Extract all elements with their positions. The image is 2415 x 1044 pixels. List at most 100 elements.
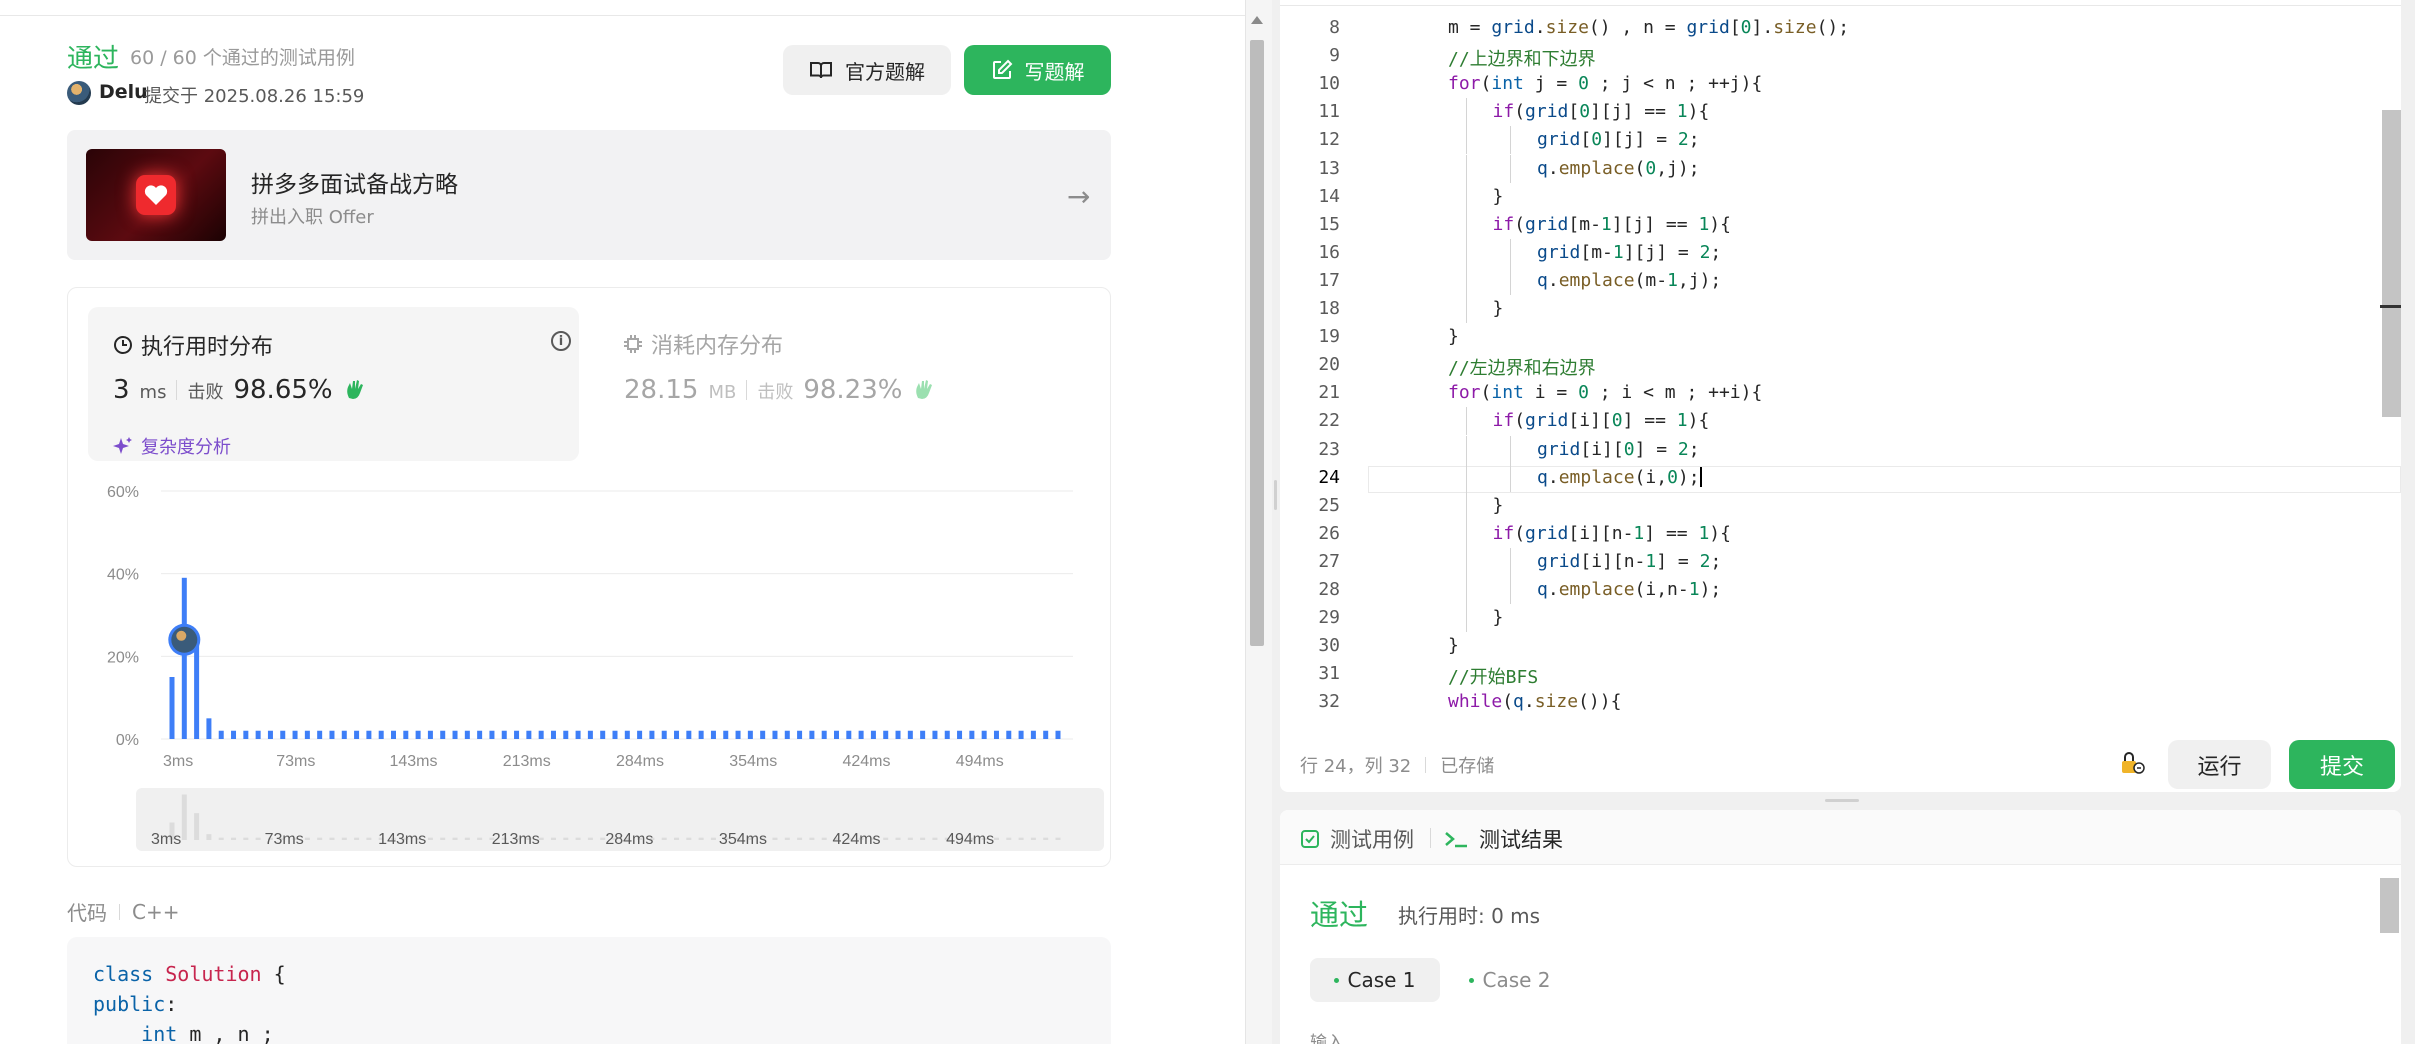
distribution-bar[interactable] [649,730,655,739]
distribution-bar[interactable] [501,730,507,739]
distribution-bar[interactable] [858,730,864,739]
horizontal-splitter[interactable] [1280,792,2401,810]
distribution-bar[interactable] [846,730,852,739]
tab-test-results[interactable]: 测试结果 [1443,824,1563,854]
user-name[interactable]: Delu [99,81,148,103]
distribution-bar[interactable] [637,730,643,739]
avatar[interactable] [67,81,91,105]
distribution-bar[interactable] [821,730,827,739]
code-line[interactable]: q.emplace(i,n-1); [1537,579,1721,600]
distribution-bar[interactable] [834,730,839,739]
distribution-bar[interactable] [674,730,680,739]
splitter-grip[interactable] [1274,480,1277,510]
distribution-bar[interactable] [317,730,323,739]
distribution-bar[interactable] [760,730,766,739]
distribution-bar[interactable] [1030,730,1036,739]
distribution-bar[interactable] [1006,730,1012,739]
distribution-bar[interactable] [1055,730,1061,739]
distribution-bar[interactable] [292,730,298,739]
distribution-bar[interactable] [243,730,249,739]
distribution-bar[interactable] [944,730,950,739]
code-line[interactable]: while(q.size()){ [1448,691,1621,712]
distribution-bar[interactable] [526,730,532,739]
distribution-bar[interactable] [255,730,261,739]
distribution-bar[interactable] [969,730,975,739]
distribution-bar[interactable] [403,730,409,739]
tab-test-cases[interactable]: 测试用例 [1300,824,1414,854]
lock-icon[interactable] [2118,750,2146,776]
case-2-tab[interactable]: Case 2 [1455,958,1565,1002]
code-line[interactable]: q.emplace(i,0); [1537,466,1702,488]
run-button[interactable]: 运行 [2168,740,2271,789]
editor-scrollbar-thumb[interactable] [2382,110,2401,417]
distribution-bar[interactable] [181,577,187,739]
distribution-bar[interactable] [710,730,716,739]
distribution-bar[interactable] [993,730,999,739]
distribution-bar[interactable] [169,677,175,739]
code-editor[interactable]: 8m = grid.size() , n = grid[0].size(); 9/… [1280,0,2401,792]
distribution-bar[interactable] [452,730,458,739]
code-line[interactable]: if(grid[0][j] == 1){ [1493,101,1710,122]
result-scrollbar-thumb[interactable] [2380,878,2399,933]
distribution-bar[interactable] [489,730,495,739]
code-line[interactable]: m = grid.size() , n = grid[0].size(); [1448,17,1849,38]
distribution-bar[interactable] [206,718,212,739]
distribution-bar[interactable] [378,730,384,739]
vertical-splitter[interactable] [1272,0,1280,1044]
code-line[interactable]: //左边界和右边界 [1448,354,1596,380]
promo-banner[interactable]: 拼多多面试备战方略 拼出入职 Offer → [67,130,1111,260]
distribution-bar[interactable] [440,730,446,739]
distribution-bar[interactable] [194,643,200,739]
code-line[interactable]: if(grid[m-1][j] == 1){ [1493,214,1731,235]
distribution-bar[interactable] [587,730,593,739]
distribution-bar[interactable] [218,730,224,739]
distribution-bar[interactable] [304,730,310,739]
code-line[interactable]: } [1493,495,1504,516]
code-line[interactable]: q.emplace(m-1,j); [1537,270,1721,291]
distribution-bar[interactable] [267,730,273,739]
distribution-bar[interactable] [231,730,237,739]
left-scrollbar-thumb[interactable] [1250,40,1264,646]
distribution-bar[interactable] [550,730,556,739]
distribution-bar[interactable] [981,730,987,739]
scroll-up-arrow-icon[interactable] [1251,16,1263,24]
submit-button[interactable]: 提交 [2289,740,2395,789]
distribution-bar[interactable] [957,730,963,739]
user-position-marker[interactable] [168,623,201,656]
distribution-bar[interactable] [870,730,876,739]
code-line[interactable]: q.emplace(0,j); [1537,158,1700,179]
distribution-bar[interactable] [920,730,926,739]
distribution-bar[interactable] [723,730,729,739]
distribution-bar[interactable] [883,730,889,739]
code-line[interactable]: for(int i = 0 ; i < m ; ++i){ [1448,382,1762,403]
distribution-bar[interactable] [427,730,433,739]
distribution-bar[interactable] [661,730,667,739]
code-line[interactable]: } [1448,326,1459,347]
code-line[interactable]: grid[0][j] = 2; [1537,129,1700,150]
distribution-bar[interactable] [772,730,778,739]
code-line[interactable]: } [1448,635,1459,656]
code-line[interactable]: for(int j = 0 ; j < n ; ++j){ [1448,73,1762,94]
distribution-bar[interactable] [797,730,803,739]
distribution-bar[interactable] [907,730,913,739]
code-line[interactable]: grid[m-1][j] = 2; [1537,242,1721,263]
distribution-bar[interactable] [895,730,901,739]
code-line[interactable]: grid[i][0] = 2; [1537,439,1700,460]
splitter-grip[interactable] [1825,799,1859,802]
distribution-bar[interactable] [563,730,569,739]
code-line[interactable]: } [1493,298,1504,319]
distribution-bar[interactable] [747,730,753,739]
code-line[interactable]: if(grid[i][n-1] == 1){ [1493,523,1731,544]
distribution-bar[interactable] [624,730,630,739]
distribution-bar[interactable] [575,730,581,739]
distribution-bar[interactable] [698,730,704,739]
code-line[interactable]: //上边界和下边界 [1448,45,1596,71]
distribution-bar[interactable] [600,730,606,739]
code-line[interactable]: } [1493,186,1504,207]
distribution-bar[interactable] [464,730,470,739]
distribution-bar[interactable] [686,730,692,739]
distribution-bar[interactable] [1043,730,1049,739]
case-1-tab[interactable]: Case 1 [1310,958,1440,1002]
code-line[interactable]: grid[i][n-1] = 2; [1537,551,1721,572]
chart-range-slider[interactable] [136,788,1104,851]
